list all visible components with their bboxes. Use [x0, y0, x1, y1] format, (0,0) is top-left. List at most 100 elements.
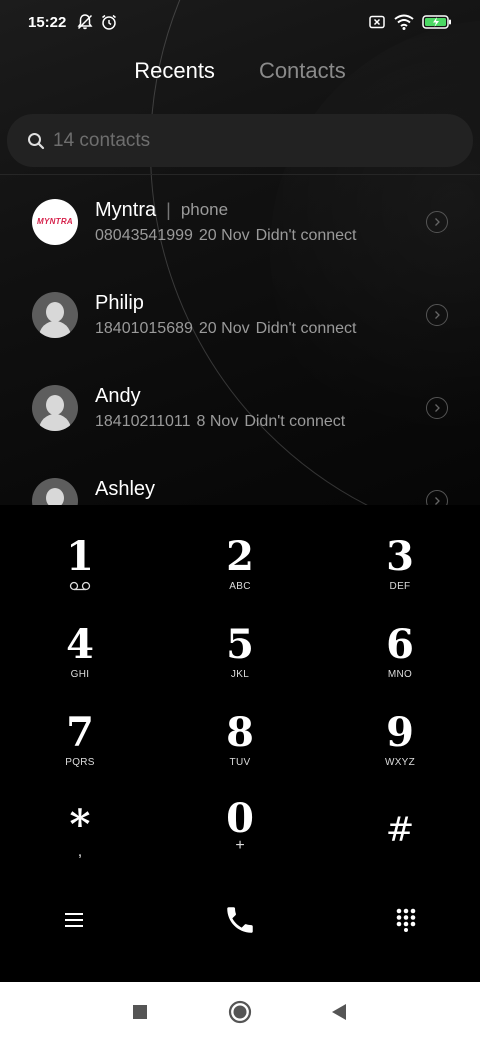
- menu-button[interactable]: [44, 895, 104, 945]
- key-digit: 3: [386, 533, 414, 580]
- chevron-right-icon: [435, 403, 440, 412]
- tab-contacts[interactable]: Contacts: [259, 58, 346, 84]
- recents-apps-button[interactable]: [128, 1000, 152, 1024]
- dialpad: 1 2 ABC 3 DEF 4 GHI 5 JKL 6 MNO 7 PQRS 8…: [0, 505, 480, 982]
- avatar: [32, 291, 78, 338]
- contact-name: Andy: [95, 384, 141, 407]
- list-item-text: Ashley: [95, 478, 155, 506]
- key-letters: JKL: [230, 669, 250, 680]
- contact-info-button[interactable]: [426, 489, 448, 505]
- key-3[interactable]: 3 DEF: [340, 535, 460, 615]
- key-hash[interactable]: #: [340, 808, 460, 888]
- key-digit: *: [69, 801, 91, 848]
- key-letters: ,: [77, 843, 83, 860]
- home-circle-icon: [228, 1000, 252, 1024]
- battery-charging-icon: [422, 15, 451, 29]
- call-date: 20 Nov: [198, 226, 250, 244]
- list-item[interactable]: Philip 18401015689 20 Nov Didn't connect: [0, 268, 480, 361]
- person-icon: [46, 394, 64, 415]
- call-button[interactable]: [210, 895, 270, 945]
- key-2[interactable]: 2 ABC: [180, 535, 300, 615]
- contact-name-line: Myntra | phone: [95, 199, 362, 222]
- list-item[interactable]: Andy 18410211011 8 Nov Didn't connect: [0, 361, 480, 454]
- key-letters: ABC: [229, 581, 251, 592]
- contact-name: Myntra: [95, 198, 157, 221]
- key-5[interactable]: 5 JKL: [180, 623, 300, 703]
- list-item[interactable]: MYNTRA Myntra | phone 08043541999 20 Nov D…: [0, 175, 480, 268]
- key-star[interactable]: * ,: [20, 803, 140, 883]
- sim-off-icon: [369, 15, 385, 29]
- call-status: Didn't connect: [255, 319, 357, 337]
- contact-name-line: Philip: [95, 292, 362, 315]
- key-letters: PQRS: [65, 757, 95, 768]
- call-number: 08043541999: [95, 226, 193, 244]
- key-4[interactable]: 4 GHI: [20, 623, 140, 703]
- dialpad-toggle-icon: [396, 908, 416, 932]
- alarm-icon: [102, 14, 117, 30]
- call-detail: 18401015689 20 Nov Didn't connect: [95, 320, 362, 338]
- chevron-right-icon: [435, 217, 440, 226]
- tab-recents[interactable]: Recents: [134, 58, 215, 84]
- key-letters: +: [235, 837, 245, 854]
- key-letters: DEF: [389, 581, 411, 592]
- number-type: phone: [180, 200, 229, 219]
- key-digit: 6: [386, 621, 414, 668]
- key-digit: #: [385, 810, 415, 850]
- key-8[interactable]: 8 TUV: [180, 711, 300, 791]
- person-icon: [46, 301, 64, 322]
- search-input[interactable]: [53, 129, 433, 152]
- key-digit: 5: [226, 621, 254, 668]
- list-item[interactable]: Ashley: [0, 454, 480, 505]
- back-triangle-icon: [332, 1004, 346, 1020]
- contact-name: Ashley: [95, 477, 156, 500]
- key-digit: 0: [226, 795, 254, 842]
- status-bar: 15:22: [0, 0, 480, 44]
- list-item-text: Andy 18410211011 8 Nov Didn't connect: [95, 385, 351, 431]
- call-detail: 08043541999 20 Nov Didn't connect: [95, 227, 362, 245]
- list-item-text: Philip 18401015689 20 Nov Didn't connect: [95, 292, 362, 338]
- voicemail-icon: [69, 581, 91, 591]
- recents-square-icon: [133, 1005, 147, 1019]
- chevron-right-icon: [435, 496, 440, 505]
- contact-name-line: Andy: [95, 385, 351, 408]
- call-icon: [227, 907, 253, 933]
- key-6[interactable]: 6 MNO: [340, 623, 460, 703]
- key-letters: WXYZ: [384, 757, 416, 768]
- name-separator: |: [166, 199, 171, 220]
- key-7[interactable]: 7 PQRS: [20, 711, 140, 791]
- dialpad-actions: [0, 895, 480, 945]
- avatar: MYNTRA: [32, 198, 78, 245]
- contact-name-line: Ashley: [95, 478, 155, 501]
- key-digit: 9: [386, 709, 414, 756]
- call-date: 8 Nov: [196, 412, 239, 430]
- key-1[interactable]: 1: [20, 535, 140, 615]
- back-button[interactable]: [327, 1000, 351, 1024]
- search-icon: [28, 132, 45, 149]
- contact-info-button[interactable]: [426, 303, 448, 326]
- call-date: 20 Nov: [198, 319, 250, 337]
- phone-screen: 15:22 Recents Contacts 14 contacts MYNTR…: [0, 0, 480, 1040]
- person-icon: [46, 487, 64, 505]
- key-letters: MNO: [387, 669, 413, 680]
- search-bar[interactable]: [7, 114, 473, 167]
- call-detail: 18410211011 8 Nov Didn't connect: [95, 413, 351, 431]
- home-button[interactable]: [228, 1000, 252, 1024]
- call-status: Didn't connect: [244, 412, 346, 430]
- contact-info-button[interactable]: [426, 396, 448, 419]
- call-status: Didn't connect: [255, 226, 357, 244]
- dialpad-toggle-button[interactable]: [376, 895, 436, 945]
- key-digit: 4: [66, 621, 94, 668]
- contact-info-button[interactable]: [426, 210, 448, 233]
- list-item-text: Myntra | phone 08043541999 20 Nov Didn't c…: [95, 199, 362, 245]
- key-digit: 1: [66, 533, 94, 580]
- menu-icon: [65, 913, 83, 927]
- recents-list: MYNTRA Myntra | phone 08043541999 20 Nov D…: [0, 175, 480, 505]
- key-digit: 2: [226, 533, 254, 580]
- notifications-off-icon: [77, 14, 93, 30]
- key-digit: 8: [226, 709, 254, 756]
- avatar: [32, 384, 78, 431]
- contact-name: Philip: [95, 291, 144, 314]
- key-0[interactable]: 0 +: [180, 797, 300, 877]
- key-9[interactable]: 9 WXYZ: [340, 711, 460, 791]
- key-letters: TUV: [229, 757, 251, 768]
